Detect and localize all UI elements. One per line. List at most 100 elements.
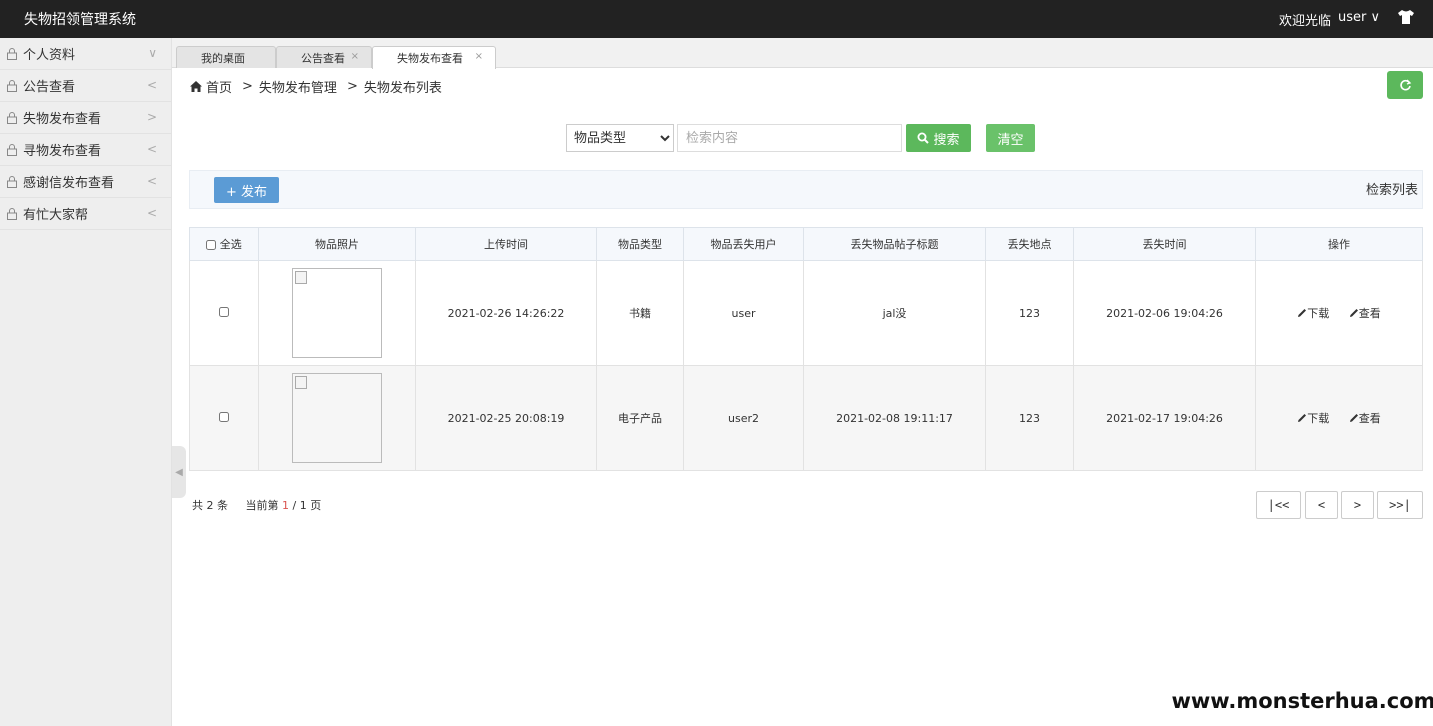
user-menu[interactable]: user ∨ <box>1338 10 1380 25</box>
sidebar-item-label: 公告查看 <box>23 80 76 95</box>
select-all-checkbox[interactable] <box>206 240 217 250</box>
top-bar: 失物招领管理系统 欢迎光临 user ∨ <box>0 0 1433 38</box>
lost-user-cell: user2 <box>683 365 804 471</box>
lost-place-cell: 123 <box>985 260 1074 366</box>
sidebar-collapse-handle[interactable]: ◀ <box>172 446 186 498</box>
photo-cell <box>258 365 416 471</box>
sidebar-item-notices[interactable]: 公告查看 < <box>0 70 171 102</box>
total-suffix: 条 <box>217 499 228 512</box>
post-title-cell: jal没 <box>803 260 986 366</box>
sidebar-item-profile[interactable]: 个人资料 ∨ <box>0 38 171 70</box>
lost-items-table: 全选 物品照片 上传时间 物品类型 物品丢失用户 丢失物品帖子标题 丢失地点 丢… <box>189 227 1423 471</box>
page-separator: / <box>292 499 297 512</box>
app-title: 失物招领管理系统 <box>24 12 136 28</box>
total-count: 2 <box>206 499 214 512</box>
download-link[interactable]: 下载 <box>1297 410 1329 426</box>
table-row: 2021-02-25 20:08:19 电子产品 user2 2021-02-0… <box>189 365 1423 471</box>
breadcrumb-home[interactable]: 首页 <box>206 77 232 96</box>
header-lost-place: 丢失地点 <box>985 227 1074 261</box>
watermark: www.monsterhua.com <box>1171 676 1433 726</box>
download-label: 下载 <box>1307 412 1330 425</box>
chevron-left-icon: < <box>146 142 157 156</box>
actions-cell: 下载 查看 <box>1255 365 1423 471</box>
lock-icon <box>7 207 17 220</box>
tab-notices[interactable]: 公告查看 × <box>276 46 372 68</box>
photo-cell <box>258 260 416 366</box>
prev-page-button[interactable]: < <box>1305 491 1338 519</box>
tab-label: 我的桌面 <box>201 51 245 65</box>
view-link[interactable]: 查看 <box>1349 305 1381 321</box>
breadcrumb: 首页 > 失物发布管理 > 失物发布列表 <box>190 77 442 96</box>
home-icon <box>190 81 202 92</box>
header-item-type: 物品类型 <box>596 227 684 261</box>
breadcrumb-level1[interactable]: 失物发布管理 <box>259 77 337 96</box>
publish-button[interactable]: + 发布 <box>214 177 279 203</box>
search-input[interactable] <box>677 124 902 152</box>
tab-label: 失物发布查看 <box>397 52 463 65</box>
first-page-button[interactable]: |<< <box>1256 491 1301 519</box>
table-header-row: 全选 物品照片 上传时间 物品类型 物品丢失用户 丢失物品帖子标题 丢失地点 丢… <box>189 227 1423 261</box>
chevron-left-icon: < <box>146 206 157 220</box>
row-checkbox[interactable] <box>219 411 229 422</box>
header-upload-time: 上传时间 <box>415 227 597 261</box>
item-type-select[interactable]: 物品类型 <box>566 124 674 152</box>
row-checkbox-cell <box>189 260 259 366</box>
row-checkbox-cell <box>189 365 259 471</box>
pencil-icon <box>1298 414 1307 422</box>
lock-icon <box>7 143 17 156</box>
collapse-arrow-icon: ◀ <box>175 466 183 478</box>
search-icon <box>917 132 930 144</box>
sidebar: 个人资料 ∨ 公告查看 < 失物发布查看 > 寻物发布查看 < 感谢信发布查看 … <box>0 38 172 726</box>
tab-bar: 我的桌面 公告查看 × 失物发布查看 × <box>172 38 1433 69</box>
sidebar-item-label: 感谢信发布查看 <box>23 176 115 191</box>
header-label: 全选 <box>219 238 242 251</box>
total-prefix: 共 <box>192 499 203 512</box>
pencil-icon <box>1298 309 1307 317</box>
search-button-label: 搜索 <box>933 132 960 148</box>
sidebar-item-label: 失物发布查看 <box>23 112 102 127</box>
current-page: 1 <box>282 499 289 512</box>
sidebar-item-search-items[interactable]: 寻物发布查看 < <box>0 134 171 166</box>
last-page-button[interactable]: >>| <box>1377 491 1423 519</box>
header-lost-time: 丢失时间 <box>1073 227 1256 261</box>
clear-button[interactable]: 清空 <box>986 124 1035 152</box>
close-icon[interactable]: × <box>351 51 359 62</box>
publish-button-label: + 发布 <box>225 184 268 200</box>
view-label: 查看 <box>1358 412 1381 425</box>
tab-label: 公告查看 <box>301 51 345 65</box>
pagination-info: 共 2 条 当前第 1 / 1 页 <box>192 497 321 513</box>
sidebar-item-help[interactable]: 有忙大家帮 < <box>0 198 171 230</box>
welcome-text: 欢迎光临 <box>1279 14 1332 29</box>
row-checkbox[interactable] <box>219 306 229 317</box>
lost-user-cell: user <box>683 260 804 366</box>
item-photo[interactable] <box>292 373 382 463</box>
download-label: 下载 <box>1307 307 1330 320</box>
tab-lost-items[interactable]: 失物发布查看 × <box>372 46 496 69</box>
theme-shirt-icon[interactable] <box>1397 9 1415 25</box>
next-page-button[interactable]: > <box>1341 491 1374 519</box>
tab-desktop[interactable]: 我的桌面 <box>176 46 276 68</box>
toolbar: + 发布 检索列表 <box>189 170 1423 209</box>
sidebar-item-label: 有忙大家帮 <box>23 208 89 223</box>
page-suffix: 页 <box>310 499 322 512</box>
next-page-label: > <box>1353 498 1362 512</box>
search-button[interactable]: 搜索 <box>906 124 971 152</box>
item-photo[interactable] <box>292 268 382 358</box>
close-icon[interactable]: × <box>475 51 483 62</box>
pencil-icon <box>1349 414 1358 422</box>
lost-time-cell: 2021-02-06 19:04:26 <box>1073 260 1256 366</box>
download-link[interactable]: 下载 <box>1297 305 1329 321</box>
refresh-button[interactable] <box>1387 71 1423 99</box>
header-select-all[interactable]: 全选 <box>189 227 259 261</box>
header-photo: 物品照片 <box>258 227 416 261</box>
breadcrumb-level2: 失物发布列表 <box>363 81 442 96</box>
breadcrumb-separator: > <box>346 79 358 94</box>
view-link[interactable]: 查看 <box>1349 410 1381 426</box>
sidebar-item-thanks-letters[interactable]: 感谢信发布查看 < <box>0 166 171 198</box>
header-post-title: 丢失物品帖子标题 <box>803 227 986 261</box>
header-actions: 操作 <box>1255 227 1423 261</box>
lock-icon <box>7 111 17 124</box>
actions-cell: 下载 查看 <box>1255 260 1423 366</box>
sidebar-item-lost-items[interactable]: 失物发布查看 > <box>0 102 171 134</box>
total-pages: 1 <box>299 499 307 512</box>
